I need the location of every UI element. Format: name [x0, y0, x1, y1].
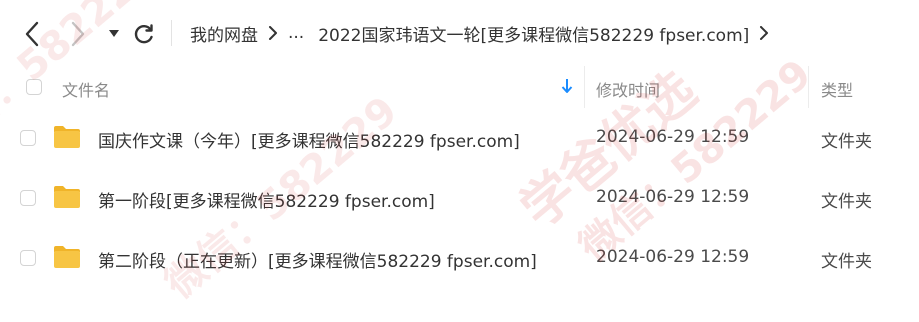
refresh-icon[interactable]: [130, 18, 158, 50]
file-name[interactable]: 第二阶段（正在更新）[更多课程微信582229 fpser.com]: [98, 247, 537, 272]
column-header-name[interactable]: 文件名: [62, 77, 110, 101]
file-modified-time: 2024-06-29 12:59: [596, 127, 750, 147]
breadcrumb-root[interactable]: 我的网盘: [190, 21, 258, 46]
forward-arrow-icon[interactable]: [64, 18, 92, 50]
table-row[interactable]: 第二阶段（正在更新）[更多课程微信582229 fpser.com] 2024-…: [0, 229, 919, 289]
row-checkbox[interactable]: [20, 190, 36, 206]
file-type: 文件夹: [821, 252, 872, 272]
dropdown-caret-icon[interactable]: [100, 18, 128, 50]
breadcrumb: 我的网盘 ... 2022国家玮语文一轮[更多课程微信582229 fpser.…: [190, 20, 779, 46]
folder-icon: [52, 244, 82, 275]
chevron-right-icon[interactable]: [759, 26, 769, 40]
file-modified-time: 2024-06-29 12:59: [596, 187, 750, 207]
column-header-modified[interactable]: 修改时间: [596, 77, 660, 101]
row-checkbox[interactable]: [20, 130, 36, 146]
file-modified-time: 2024-06-29 12:59: [596, 247, 750, 267]
folder-icon: [52, 184, 82, 215]
column-separator[interactable]: [584, 66, 585, 108]
file-type: 文件夹: [821, 192, 872, 212]
breadcrumb-ellipsis[interactable]: ...: [288, 23, 304, 43]
toolbar: 我的网盘 ... 2022国家玮语文一轮[更多课程微信582229 fpser.…: [0, 0, 919, 66]
file-name[interactable]: 国庆作文课（今年）[更多课程微信582229 fpser.com]: [98, 127, 520, 152]
table-row[interactable]: 第一阶段[更多课程微信582229 fpser.com] 2024-06-29 …: [0, 169, 919, 229]
select-all-checkbox[interactable]: [26, 79, 42, 95]
table-row[interactable]: 国庆作文课（今年）[更多课程微信582229 fpser.com] 2024-0…: [0, 109, 919, 169]
breadcrumb-current[interactable]: 2022国家玮语文一轮[更多课程微信582229 fpser.com]: [318, 21, 749, 46]
column-separator[interactable]: [808, 66, 809, 108]
row-checkbox[interactable]: [20, 250, 36, 266]
chevron-right-icon: [268, 26, 278, 40]
column-header-type[interactable]: 类型: [821, 77, 853, 101]
file-type: 文件夹: [821, 132, 872, 152]
back-arrow-icon[interactable]: [18, 18, 46, 50]
file-list-header: 文件名 修改时间 类型: [0, 66, 919, 108]
toolbar-divider: [171, 20, 172, 46]
sort-down-arrow-icon[interactable]: [561, 78, 573, 98]
folder-icon: [52, 124, 82, 155]
file-name[interactable]: 第一阶段[更多课程微信582229 fpser.com]: [98, 187, 435, 212]
